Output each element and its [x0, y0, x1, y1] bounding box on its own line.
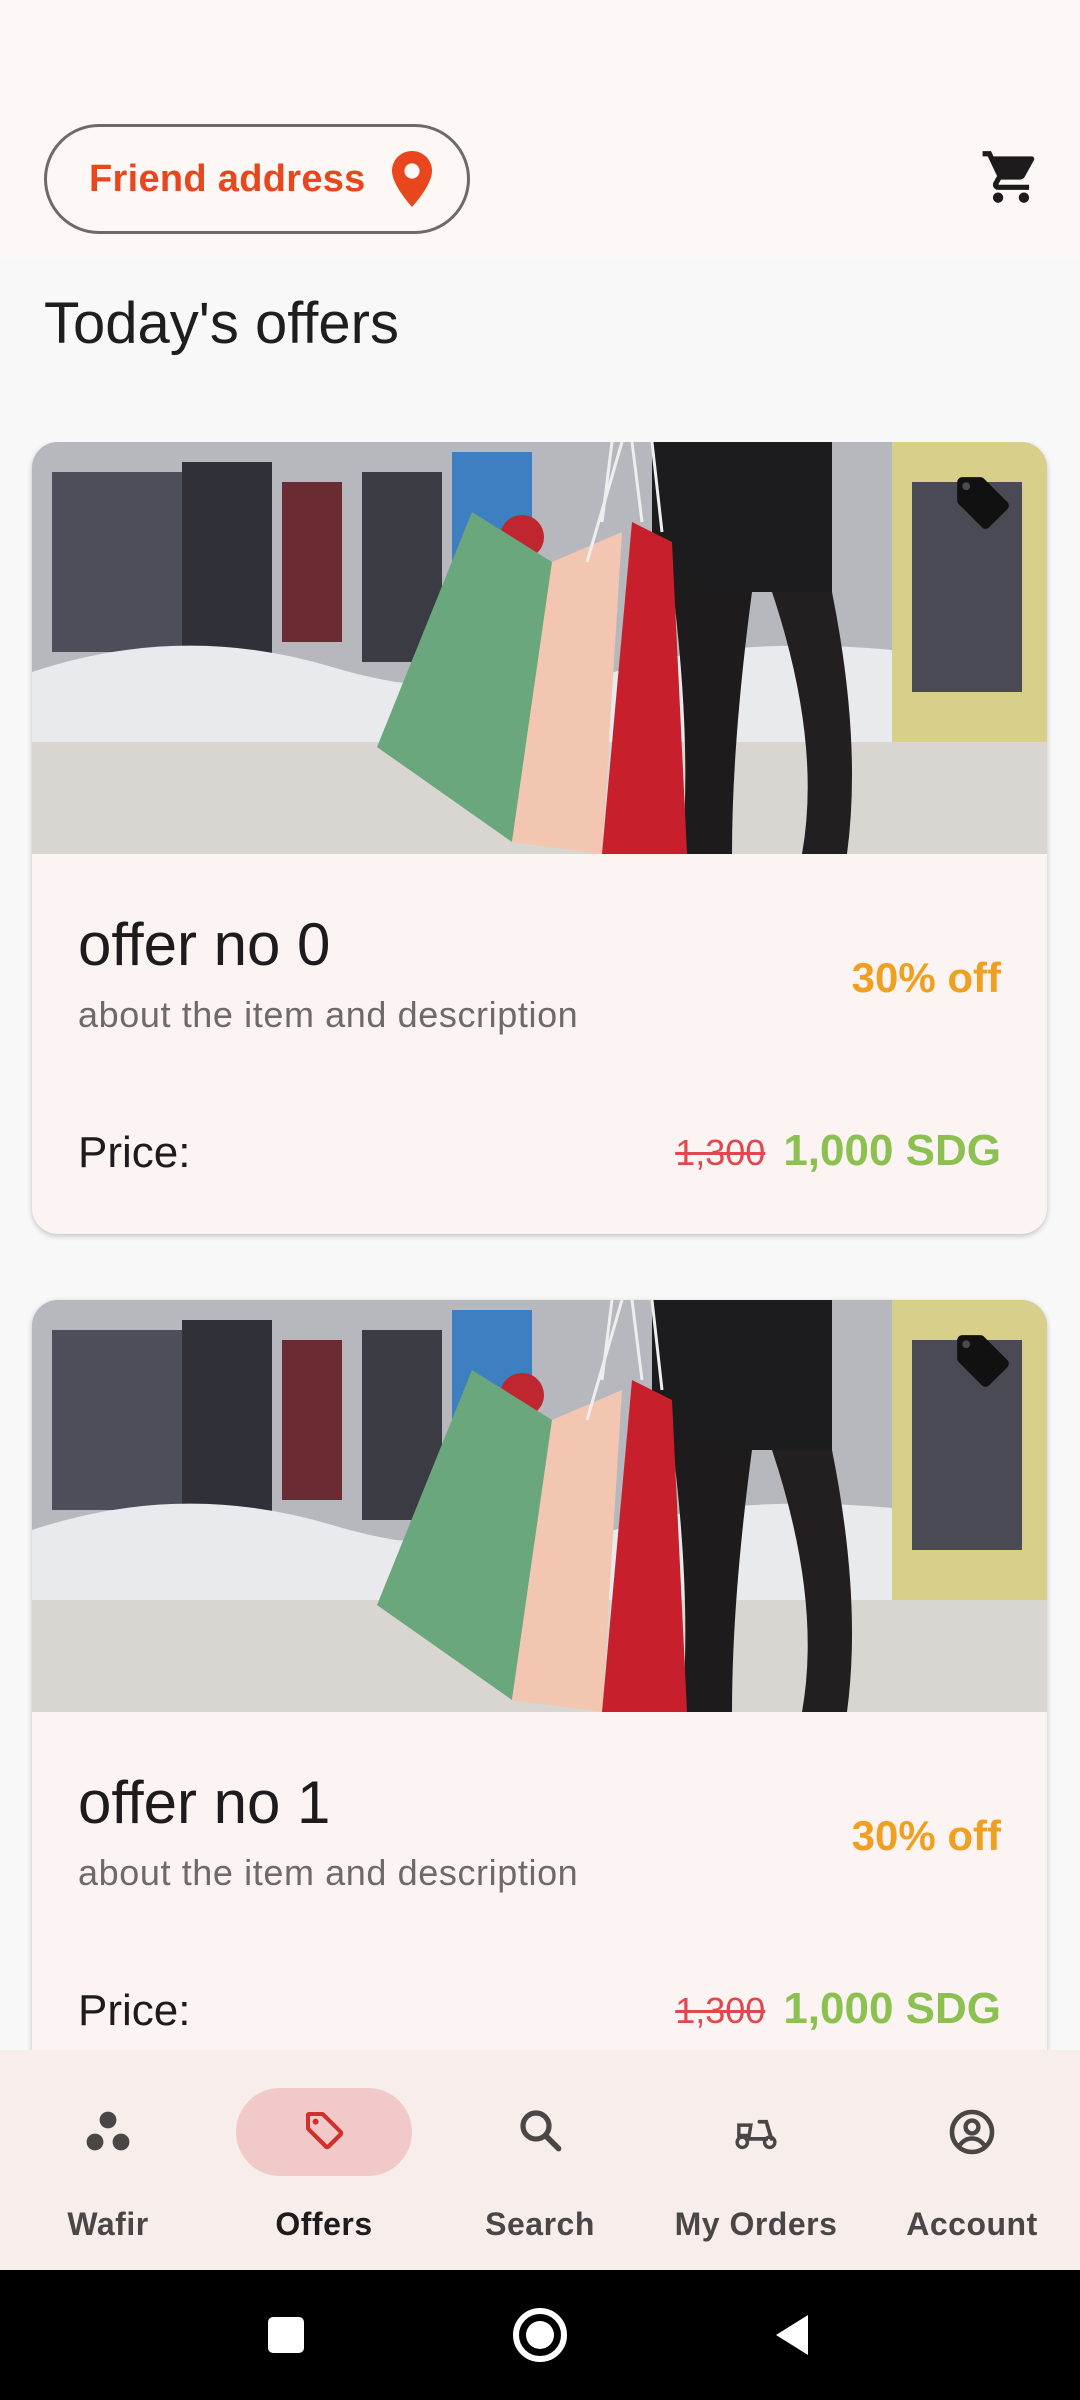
offer-description: about the item and description	[78, 994, 579, 1035]
nav-item-offers[interactable]: Offers	[216, 2050, 432, 2270]
nav-item-my-orders[interactable]: My Orders	[648, 2050, 864, 2270]
nav-label-account: Account	[906, 2206, 1038, 2242]
address-selector-button[interactable]: Friend address	[44, 124, 470, 234]
offer-description: about the item and description	[78, 1852, 579, 1893]
offer-card[interactable]: offer no 0 about the item and descriptio…	[32, 442, 1047, 1234]
page-title: Today's offers	[44, 291, 399, 356]
system-navigation-bar	[0, 2270, 1080, 2400]
discount-label: 30% off	[851, 954, 1001, 1001]
nav-label-search: Search	[485, 2206, 595, 2242]
offers-list[interactable]: offer no 0 about the item and descriptio…	[0, 442, 1080, 2050]
old-price: 1,300	[675, 1990, 766, 2031]
scooter-icon	[735, 2119, 777, 2150]
nav-item-account[interactable]: Account	[864, 2050, 1080, 2270]
nav-label-my-orders: My Orders	[674, 2206, 838, 2242]
top-app-bar: Friend address	[0, 0, 1080, 258]
back-triangle-icon[interactable]	[760, 2303, 824, 2367]
new-price: 1,000 SDG	[783, 1126, 1001, 1175]
search-icon	[520, 2110, 562, 2152]
tag-icon	[306, 2112, 344, 2150]
nav-label-wafir: Wafir	[67, 2206, 149, 2242]
nav-label-offers: Offers	[275, 2206, 373, 2242]
offer-image	[32, 442, 1047, 854]
nav-item-wafir[interactable]: Wafir	[0, 2050, 216, 2270]
nav-item-search[interactable]: Search	[432, 2050, 648, 2270]
account-circle-icon	[949, 2109, 995, 2155]
price-label: Price:	[78, 1986, 191, 2035]
offer-title: offer no 1	[78, 1769, 331, 1836]
offer-card[interactable]: offer no 1 about the item and descriptio…	[32, 1300, 1047, 2050]
price-row: 1,300 1,000 SDG	[675, 1984, 1001, 2034]
bottom-navigation-bar: Wafir Offers Search My Orders Account	[0, 2050, 1080, 2270]
address-label: Friend address	[89, 157, 366, 200]
shopping-cart-icon[interactable]	[978, 146, 1044, 208]
price-tag-icon	[957, 1335, 1009, 1387]
price-label: Price:	[78, 1128, 191, 1177]
dots-cluster-icon	[86, 2111, 130, 2151]
old-price: 1,300	[675, 1132, 766, 1173]
price-row: 1,300 1,000 SDG	[675, 1126, 1001, 1176]
recents-square-icon[interactable]	[254, 2303, 318, 2367]
offer-image	[32, 1300, 1047, 1712]
price-tag-icon	[957, 477, 1009, 529]
discount-label: 30% off	[851, 1812, 1001, 1859]
offer-title: offer no 0	[78, 911, 331, 978]
new-price: 1,000 SDG	[783, 1984, 1001, 2033]
location-pin-icon	[391, 151, 432, 207]
home-circle-icon[interactable]	[508, 2303, 572, 2367]
